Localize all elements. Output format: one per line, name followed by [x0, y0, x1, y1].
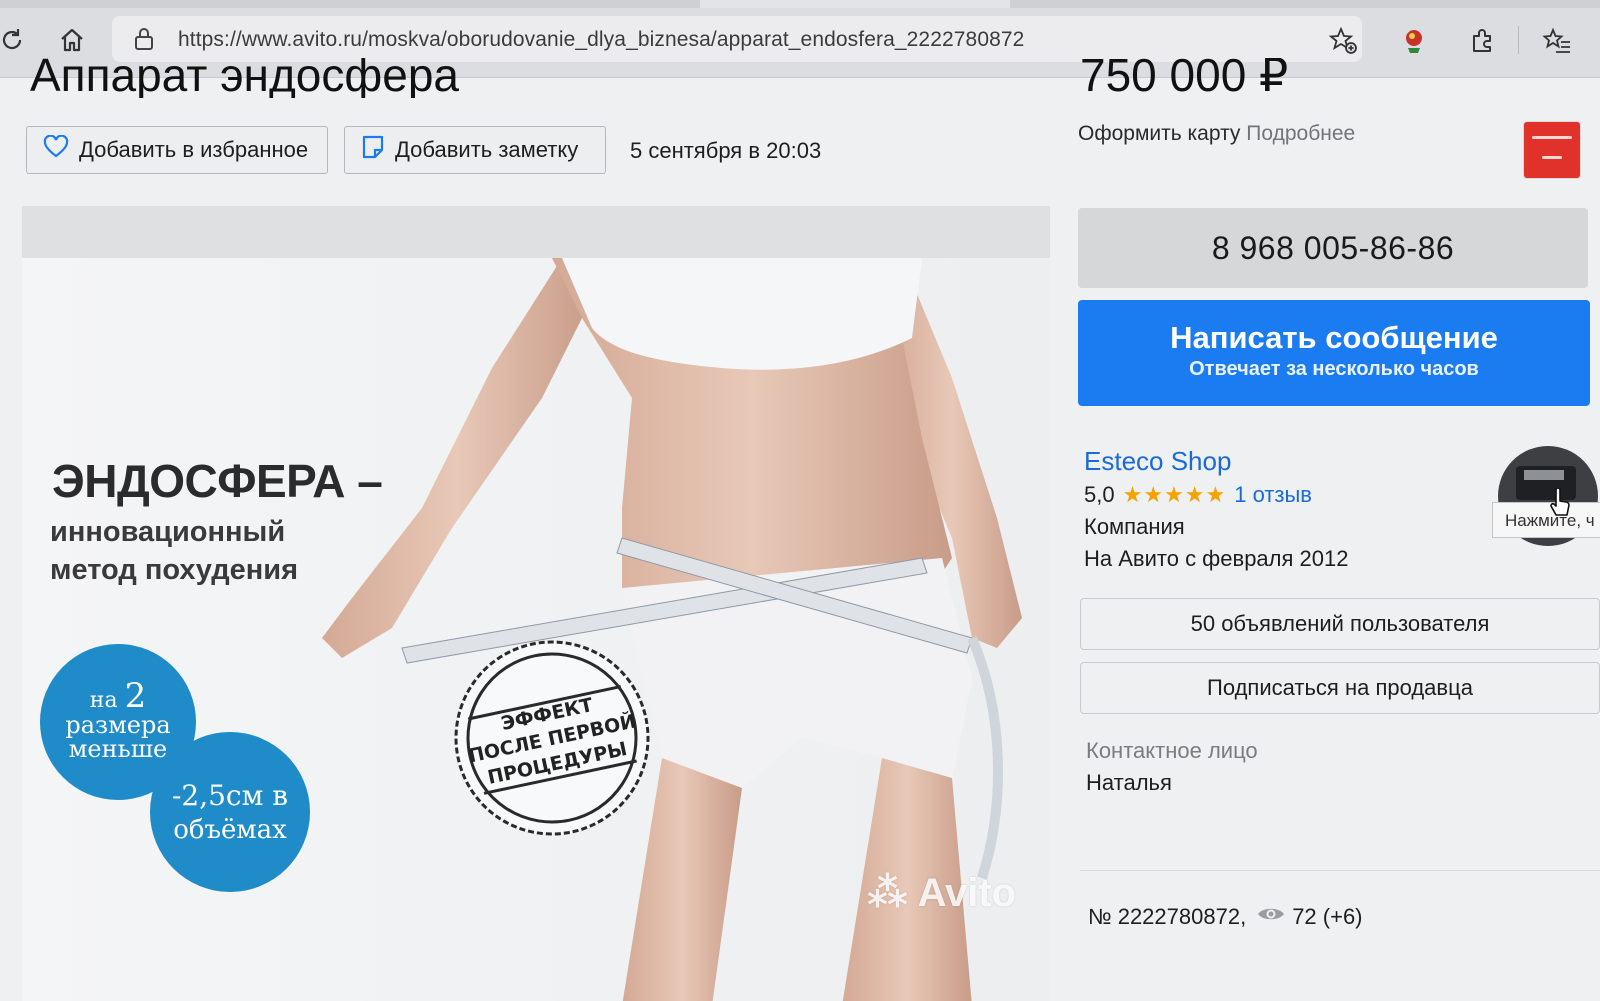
toolbar-divider [1518, 26, 1519, 54]
page-title: Аппарат эндосфера [30, 58, 459, 98]
avatar-device-screen [1524, 470, 1564, 480]
subscribe-seller-button[interactable]: Подписаться на продавца [1080, 662, 1600, 714]
add-note-button[interactable]: Добавить заметку [344, 126, 606, 174]
active-tab-edge[interactable] [700, 0, 1010, 8]
heart-icon [43, 134, 69, 165]
add-to-favorites-button[interactable]: Добавить в избранное [26, 126, 328, 174]
avito-watermark: ⁂ Avito [867, 870, 1016, 916]
listing-id: № 2222780872, [1088, 904, 1247, 929]
card-offer-text: Оформить карту [1078, 122, 1241, 145]
eye-icon [1256, 904, 1286, 930]
lock-icon [132, 26, 156, 57]
contact-person-name: Наталья [1086, 770, 1172, 795]
avito-logo-icon: ⁂ [867, 871, 908, 915]
rating-value: 5,0 [1084, 482, 1115, 507]
add-to-favorites-label: Добавить в избранное [79, 137, 309, 162]
volume-badge-line1: -2,5см в [171, 779, 289, 812]
bank-card-line [1532, 136, 1572, 139]
avito-watermark-text: Avito [917, 871, 1017, 915]
url-text[interactable]: https://www.avito.ru/moskva/oborudovanie… [178, 28, 1024, 52]
show-phone-button[interactable]: 8 968 005-86-86 [1078, 208, 1588, 288]
write-message-label: Написать сообщение [1170, 320, 1498, 355]
title-container: Аппарат эндосфера [30, 58, 590, 98]
write-message-button[interactable]: Написать сообщение Отвечает за несколько… [1078, 300, 1590, 406]
contact-person-label: Контактное лицо [1086, 738, 1258, 763]
listing-date: 5 сентября в 20:03 [630, 138, 822, 163]
add-favorite-star-icon[interactable] [1326, 24, 1360, 58]
seller-since: На Авито с февраля 2012 [1084, 546, 1349, 571]
reload-icon[interactable] [0, 24, 28, 56]
listing-page: Аппарат эндосфера 750 000 ₽ Добавить в и… [0, 58, 1600, 1001]
seller-type: Компания [1084, 514, 1185, 539]
size-badge-line2: размера [65, 710, 171, 739]
size-badge-number: 2 [124, 675, 147, 716]
tab-strip [0, 0, 1600, 8]
seller-rating: 5,0 ★★★★★ 1 отзыв [1084, 482, 1312, 508]
card-offer-more-link[interactable]: Подробнее [1246, 122, 1355, 145]
hero-subline-2: метод похудения [50, 554, 299, 586]
note-icon [361, 134, 385, 166]
seller-name-link[interactable]: Esteco Shop [1084, 446, 1231, 477]
size-badge-prefix: на [89, 687, 118, 713]
divider [1080, 870, 1600, 871]
views-counter: 72 (+6) [1256, 904, 1363, 930]
favorites-list-icon[interactable] [1540, 24, 1574, 58]
rating-stars-icon: ★★★★★ [1122, 482, 1227, 507]
price-container: 750 000 ₽ [1080, 58, 1340, 98]
extensions-puzzle-icon[interactable] [1466, 24, 1500, 58]
extension-icon[interactable] [1398, 24, 1432, 58]
volume-badge: -2,5см в объёмах [150, 732, 310, 892]
reply-time-label: Отвечает за несколько часов [1189, 358, 1479, 380]
price: 750 000 ₽ [1080, 58, 1289, 98]
bank-card-line [1542, 156, 1562, 159]
reviews-link[interactable]: 1 отзыв [1234, 482, 1312, 508]
size-badge-line3: меньше [68, 734, 168, 763]
listing-photo[interactable]: ЭНДОСФЕРА – инновационный метод похудени… [22, 206, 1050, 1001]
views-count: 72 (+6) [1292, 904, 1363, 929]
avatar-tooltip: Нажмите, ч [1492, 502, 1600, 538]
home-icon[interactable] [56, 24, 88, 56]
card-offer: Оформить карту Подробнее [1078, 122, 1355, 146]
bank-card-image[interactable] [1524, 122, 1580, 178]
hero-headline: ЭНДОСФЕРА – [52, 455, 383, 507]
address-bar[interactable]: https://www.avito.ru/moskva/oborudovanie… [112, 16, 1362, 62]
volume-badge-line2: объёмах [173, 815, 287, 845]
listing-meta: № 2222780872, 72 (+6) [1088, 904, 1363, 930]
hero-subline-1: инновационный [50, 516, 286, 548]
add-note-label: Добавить заметку [395, 137, 579, 162]
effect-stamp: ЭФФЕКТ ПОСЛЕ ПЕРВОЙ ПРОЦЕДУРЫ [433, 619, 670, 856]
hand-cursor-icon [1548, 487, 1572, 523]
seller-listings-button[interactable]: 50 объявлений пользователя [1080, 598, 1600, 650]
